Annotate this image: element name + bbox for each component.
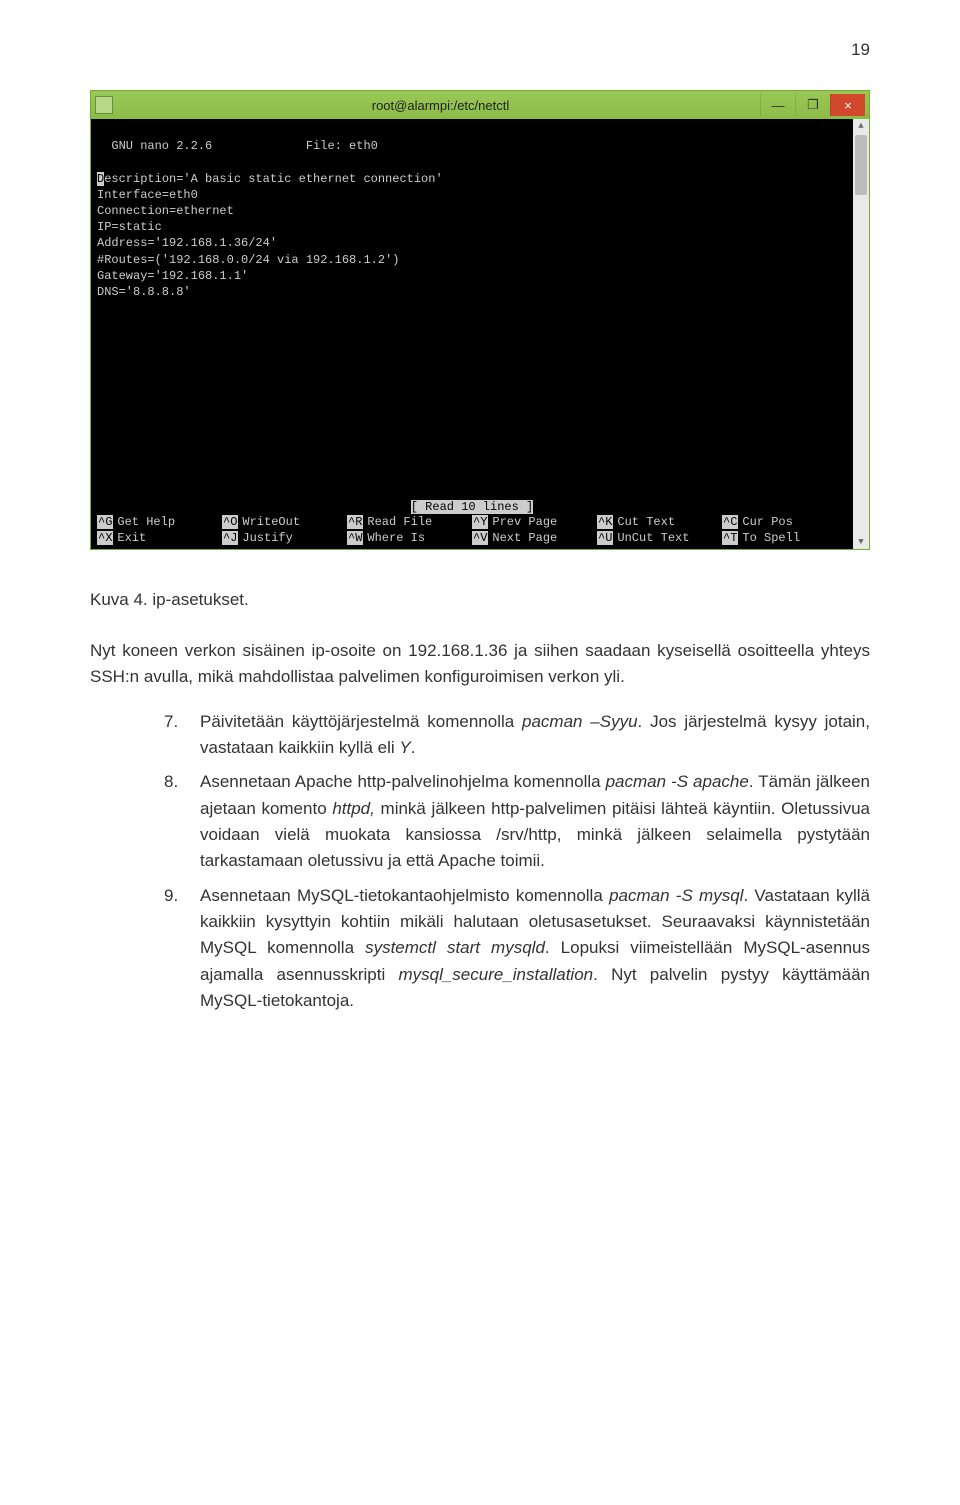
figure-caption: Kuva 4. ip-asetukset. [90, 590, 870, 610]
shortcut-key: ^G [97, 515, 113, 529]
shortcut-key: ^K [597, 515, 613, 529]
page-number: 19 [90, 40, 870, 60]
shortcut-label: Get Help [117, 515, 175, 529]
list-content: Päivitetään käyttöjärjestelmä komennolla… [200, 709, 870, 762]
nano-shortcut: ^G Get Help [97, 514, 222, 530]
shortcut-label: Exit [117, 531, 146, 545]
nano-shortcut: ^R Read File [347, 514, 472, 530]
terminal-area[interactable]: GNU nano 2.2.6 File: eth0 Description='A… [91, 119, 869, 549]
shortcut-label: Prev Page [492, 515, 557, 529]
nano-shortcut: ^C Cur Pos [722, 514, 847, 530]
list-item: 9.Asennetaan MySQL-tietokantaohjelmisto … [164, 883, 870, 1015]
intro-paragraph: Nyt koneen verkon sisäinen ip-osoite on … [90, 638, 870, 691]
shortcut-label: To Spell [742, 531, 800, 545]
shortcut-label: Where Is [367, 531, 425, 545]
list-marker: 9. [164, 883, 200, 1015]
list-item: 7.Päivitetään käyttöjärjestelmä komennol… [164, 709, 870, 762]
nano-shortcut: ^O WriteOut [222, 514, 347, 530]
shortcut-key: ^C [722, 515, 738, 529]
shortcut-label: Cur Pos [742, 515, 792, 529]
shortcut-label: Read File [367, 515, 432, 529]
scroll-down-icon[interactable]: ▼ [853, 535, 869, 549]
close-button[interactable]: × [830, 94, 865, 116]
nano-file-lines: Description='A basic static ethernet con… [97, 172, 443, 299]
numbered-list: 7.Päivitetään käyttöjärjestelmä komennol… [90, 709, 870, 1015]
shortcut-key: ^X [97, 531, 113, 545]
nano-app: GNU nano 2.2.6 [97, 139, 212, 153]
scrollbar[interactable]: ▲ ▼ [853, 119, 869, 549]
nano-file: File: eth0 [306, 139, 378, 153]
window-titlebar: root@alarmpi:/etc/netctl — ❐ × [91, 91, 869, 119]
nano-shortcut: ^Y Prev Page [472, 514, 597, 530]
shortcut-key: ^J [222, 531, 238, 545]
nano-shortcuts: ^G Get Help ^O WriteOut ^R Read File ^Y Prev Pa… [91, 514, 853, 549]
shortcut-label: UnCut Text [617, 531, 689, 545]
shortcut-key: ^V [472, 531, 488, 545]
nano-shortcut: ^J Justify [222, 530, 347, 546]
scroll-thumb[interactable] [855, 135, 867, 195]
nano-shortcut: ^V Next Page [472, 530, 597, 546]
nano-shortcut: ^X Exit [97, 530, 222, 546]
shortcut-key: ^R [347, 515, 363, 529]
shortcut-label: Cut Text [617, 515, 675, 529]
list-marker: 7. [164, 709, 200, 762]
nano-status: [ Read 10 lines ] [91, 499, 853, 515]
putty-icon [95, 96, 113, 114]
shortcut-key: ^T [722, 531, 738, 545]
list-item: 8.Asennetaan Apache http-palvelinohjelma… [164, 769, 870, 874]
shortcut-label: WriteOut [242, 515, 300, 529]
shortcut-label: Justify [242, 531, 292, 545]
nano-shortcut: ^W Where Is [347, 530, 472, 546]
scroll-up-icon[interactable]: ▲ [853, 119, 869, 133]
shortcut-key: ^Y [472, 515, 488, 529]
nano-shortcut: ^K Cut Text [597, 514, 722, 530]
minimize-button[interactable]: — [760, 94, 795, 116]
shortcut-label: Next Page [492, 531, 557, 545]
nano-shortcut: ^U UnCut Text [597, 530, 722, 546]
shortcut-key: ^O [222, 515, 238, 529]
shortcut-key: ^W [347, 531, 363, 545]
list-content: Asennetaan Apache http-palvelinohjelma k… [200, 769, 870, 874]
shortcut-key: ^U [597, 531, 613, 545]
nano-header: GNU nano 2.2.6 File: eth0 [97, 139, 378, 153]
list-marker: 8. [164, 769, 200, 874]
window-title: root@alarmpi:/etc/netctl [121, 98, 760, 113]
nano-shortcut: ^T To Spell [722, 530, 847, 546]
document-page: 19 root@alarmpi:/etc/netctl — ❐ × GNU na… [0, 0, 960, 1082]
terminal-content: GNU nano 2.2.6 File: eth0 Description='A… [91, 122, 869, 332]
maximize-button[interactable]: ❐ [795, 94, 830, 116]
terminal-window: root@alarmpi:/etc/netctl — ❐ × GNU nano … [90, 90, 870, 550]
list-content: Asennetaan MySQL-tietokantaohjelmisto ko… [200, 883, 870, 1015]
window-buttons: — ❐ × [760, 94, 865, 116]
